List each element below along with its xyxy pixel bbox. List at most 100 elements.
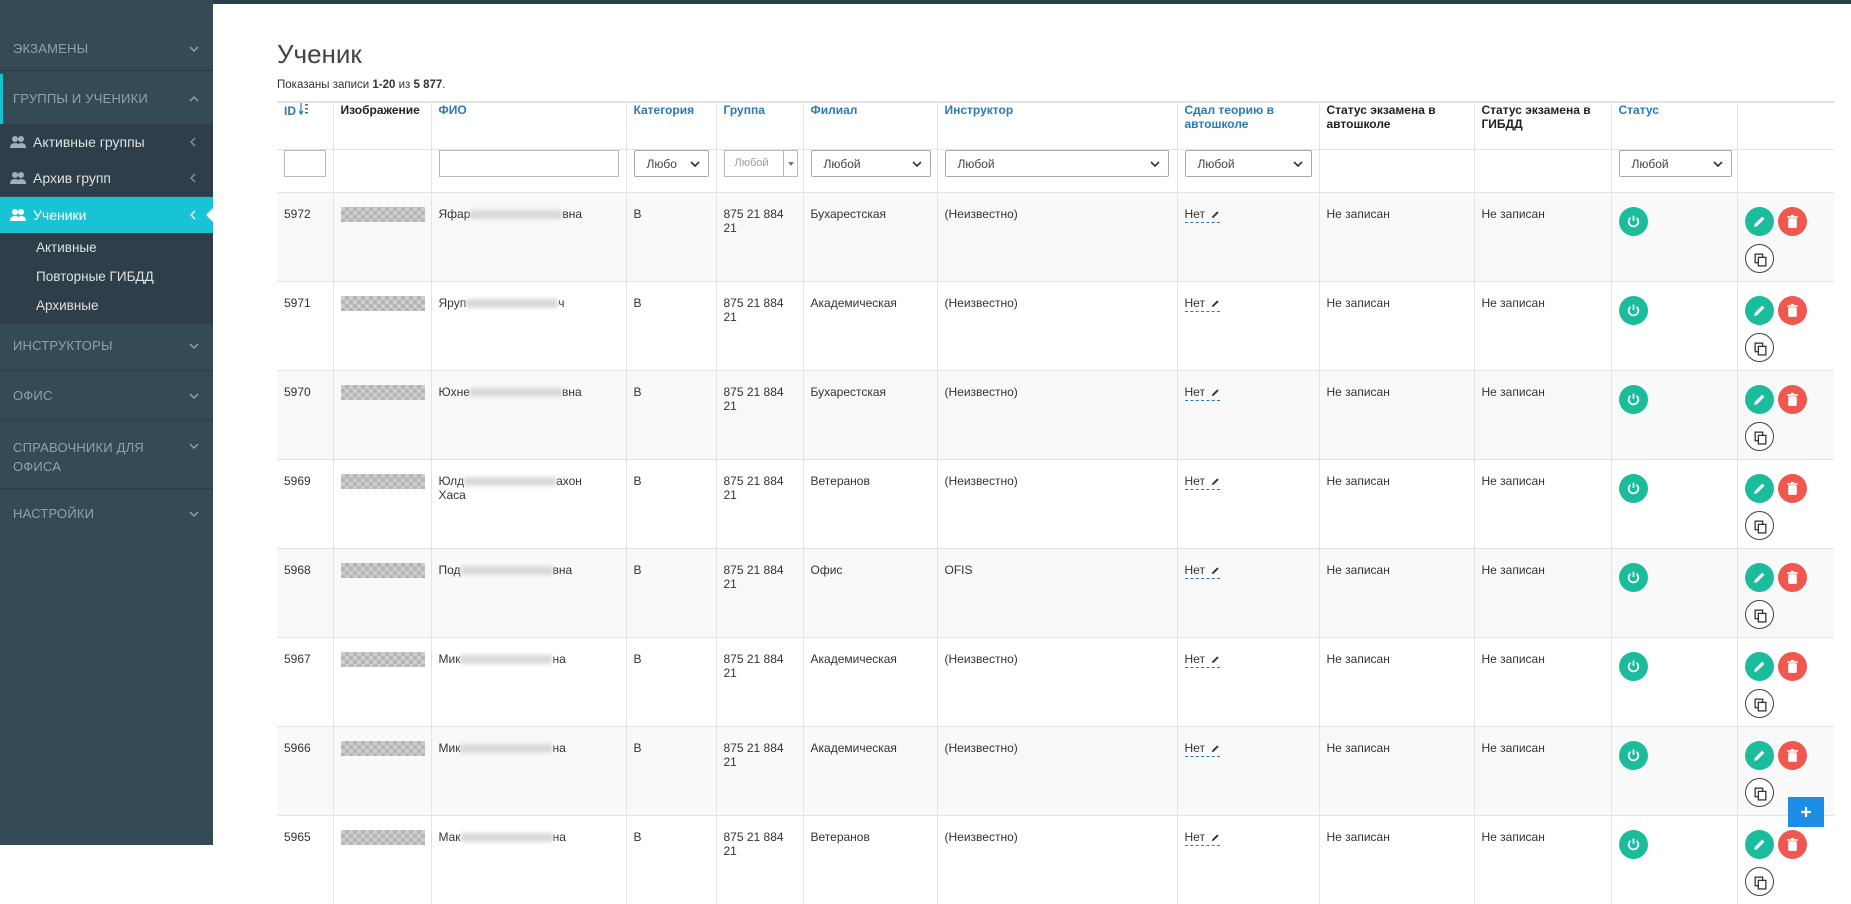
student-photo: [340, 740, 425, 756]
toggle-status-button[interactable]: [1618, 562, 1648, 592]
cell-group: 875 21 884 21: [716, 725, 804, 815]
theory-editable[interactable]: Нет: [1184, 384, 1221, 401]
delete-button[interactable]: [1777, 206, 1807, 236]
toggle-status-button[interactable]: [1618, 651, 1648, 681]
trash-icon: [1786, 837, 1798, 851]
pencil-icon[interactable]: [1211, 655, 1220, 664]
toggle-status-button[interactable]: [1618, 206, 1648, 236]
delete-button[interactable]: [1777, 829, 1807, 859]
status-filter-select[interactable]: Любой: [1618, 149, 1732, 177]
sidebar-item-group-archive[interactable]: Архив групп: [0, 160, 213, 196]
column-header-group[interactable]: Группа: [716, 101, 804, 149]
sidebar-section-office[interactable]: ОФИС: [0, 371, 213, 421]
pencil-icon: [1753, 750, 1764, 761]
column-header-branch[interactable]: Филиал: [803, 101, 938, 149]
trash-icon: [1786, 748, 1798, 762]
column-header-name[interactable]: ФИО: [431, 101, 627, 149]
copy-button[interactable]: [1744, 777, 1774, 807]
copy-button[interactable]: [1744, 688, 1774, 718]
cell-image: [333, 814, 432, 904]
chevron-down-icon: [689, 160, 700, 167]
edit-button[interactable]: [1744, 206, 1774, 236]
name-filter-input[interactable]: [438, 149, 619, 177]
column-header-theory[interactable]: Сдал теорию в автошколе: [1177, 101, 1320, 149]
copy-icon: [1754, 876, 1766, 890]
sidebar-subitem-archived[interactable]: Архивные: [0, 291, 213, 321]
theory-editable[interactable]: Нет: [1184, 295, 1221, 312]
copy-button[interactable]: [1744, 866, 1774, 896]
theory-editable[interactable]: Нет: [1184, 829, 1221, 846]
theory-editable[interactable]: Нет: [1184, 206, 1221, 223]
cell-actions: [1737, 280, 1834, 370]
cell-gibdd-exam: Не записан: [1474, 725, 1612, 815]
instructor-filter-select[interactable]: Любой: [944, 149, 1169, 177]
copy-button[interactable]: [1744, 243, 1774, 273]
sidebar-section-groups[interactable]: ГРУППЫ И УЧЕНИКИ: [0, 74, 213, 124]
copy-button[interactable]: [1744, 510, 1774, 540]
sidebar: ЭКЗАМЕНЫ ГРУППЫ И УЧЕНИКИ Активные групп…: [0, 0, 214, 845]
column-header-id[interactable]: ID: [277, 101, 334, 149]
column-header-status[interactable]: Статус: [1611, 101, 1738, 149]
theory-editable[interactable]: Нет: [1184, 473, 1221, 490]
edit-button[interactable]: [1744, 829, 1774, 859]
chevron-down-icon: [189, 46, 199, 53]
sidebar-item-label: Архив групп: [33, 170, 112, 186]
cell-theory: Нет: [1177, 636, 1320, 726]
theory-editable[interactable]: Нет: [1184, 562, 1221, 579]
theory-editable[interactable]: Нет: [1184, 651, 1221, 668]
delete-button[interactable]: [1777, 740, 1807, 770]
branch-filter-select[interactable]: Любой: [810, 149, 931, 177]
toggle-status-button[interactable]: [1618, 829, 1648, 859]
add-button[interactable]: [1788, 797, 1824, 827]
edit-button[interactable]: [1744, 473, 1774, 503]
theory-value: Нет: [1184, 562, 1205, 577]
sidebar-item-students[interactable]: Ученики: [0, 197, 214, 233]
column-header-category[interactable]: Категория: [626, 101, 717, 149]
delete-button[interactable]: [1777, 562, 1807, 592]
delete-button[interactable]: [1777, 651, 1807, 681]
pencil-icon[interactable]: [1211, 388, 1220, 397]
toggle-status-button[interactable]: [1618, 384, 1648, 414]
student-photo: [340, 829, 425, 845]
edit-button[interactable]: [1744, 651, 1774, 681]
delete-button[interactable]: [1777, 295, 1807, 325]
pencil-icon[interactable]: [1211, 299, 1220, 308]
copy-button[interactable]: [1744, 421, 1774, 451]
id-filter-input[interactable]: [284, 149, 326, 177]
cell-id: 5971: [277, 280, 334, 370]
pencil-icon[interactable]: [1211, 566, 1220, 575]
copy-button[interactable]: [1744, 599, 1774, 629]
cell-school-exam: Не записан: [1319, 725, 1475, 815]
edit-button[interactable]: [1744, 384, 1774, 414]
sidebar-section-exams[interactable]: ЭКЗАМЕНЫ: [0, 27, 213, 71]
delete-button[interactable]: [1777, 384, 1807, 414]
theory-filter-select[interactable]: Любой: [1184, 149, 1312, 177]
copy-button[interactable]: [1744, 332, 1774, 362]
toggle-status-button[interactable]: [1618, 295, 1648, 325]
pencil-icon[interactable]: [1211, 833, 1220, 842]
edit-button[interactable]: [1744, 295, 1774, 325]
toggle-status-button[interactable]: [1618, 473, 1648, 503]
edit-button[interactable]: [1744, 562, 1774, 592]
sidebar-section-settings[interactable]: НАСТРОЙКИ: [0, 489, 213, 539]
cell-actions: [1737, 191, 1834, 281]
pencil-icon[interactable]: [1211, 744, 1220, 753]
theory-editable[interactable]: Нет: [1184, 740, 1221, 757]
dropdown-toggle[interactable]: [782, 150, 797, 176]
pencil-icon[interactable]: [1211, 210, 1220, 219]
sidebar-subitem-active[interactable]: Активные: [0, 233, 213, 262]
toggle-status-button[interactable]: [1618, 740, 1648, 770]
group-filter-select[interactable]: Любой: [723, 149, 798, 177]
delete-button[interactable]: [1777, 473, 1807, 503]
sidebar-subitem-repeat-gibdd[interactable]: Повторные ГИБДД: [0, 262, 213, 291]
edit-button[interactable]: [1744, 740, 1774, 770]
category-filter-select[interactable]: Любо: [633, 149, 709, 177]
sidebar-section-office-references[interactable]: СПРАВОЧНИКИ ДЛЯ ОФИСА: [0, 421, 213, 489]
select-value: Любой: [1197, 156, 1235, 171]
column-header-instructor[interactable]: Инструктор: [937, 101, 1178, 149]
sidebar-section-instructors[interactable]: ИНСТРУКТОРЫ: [0, 321, 213, 371]
cell-status: [1611, 814, 1738, 904]
cell-instructor: (Неизвестно): [937, 280, 1178, 370]
pencil-icon[interactable]: [1211, 477, 1220, 486]
sidebar-item-active-groups[interactable]: Активные группы: [0, 124, 213, 160]
